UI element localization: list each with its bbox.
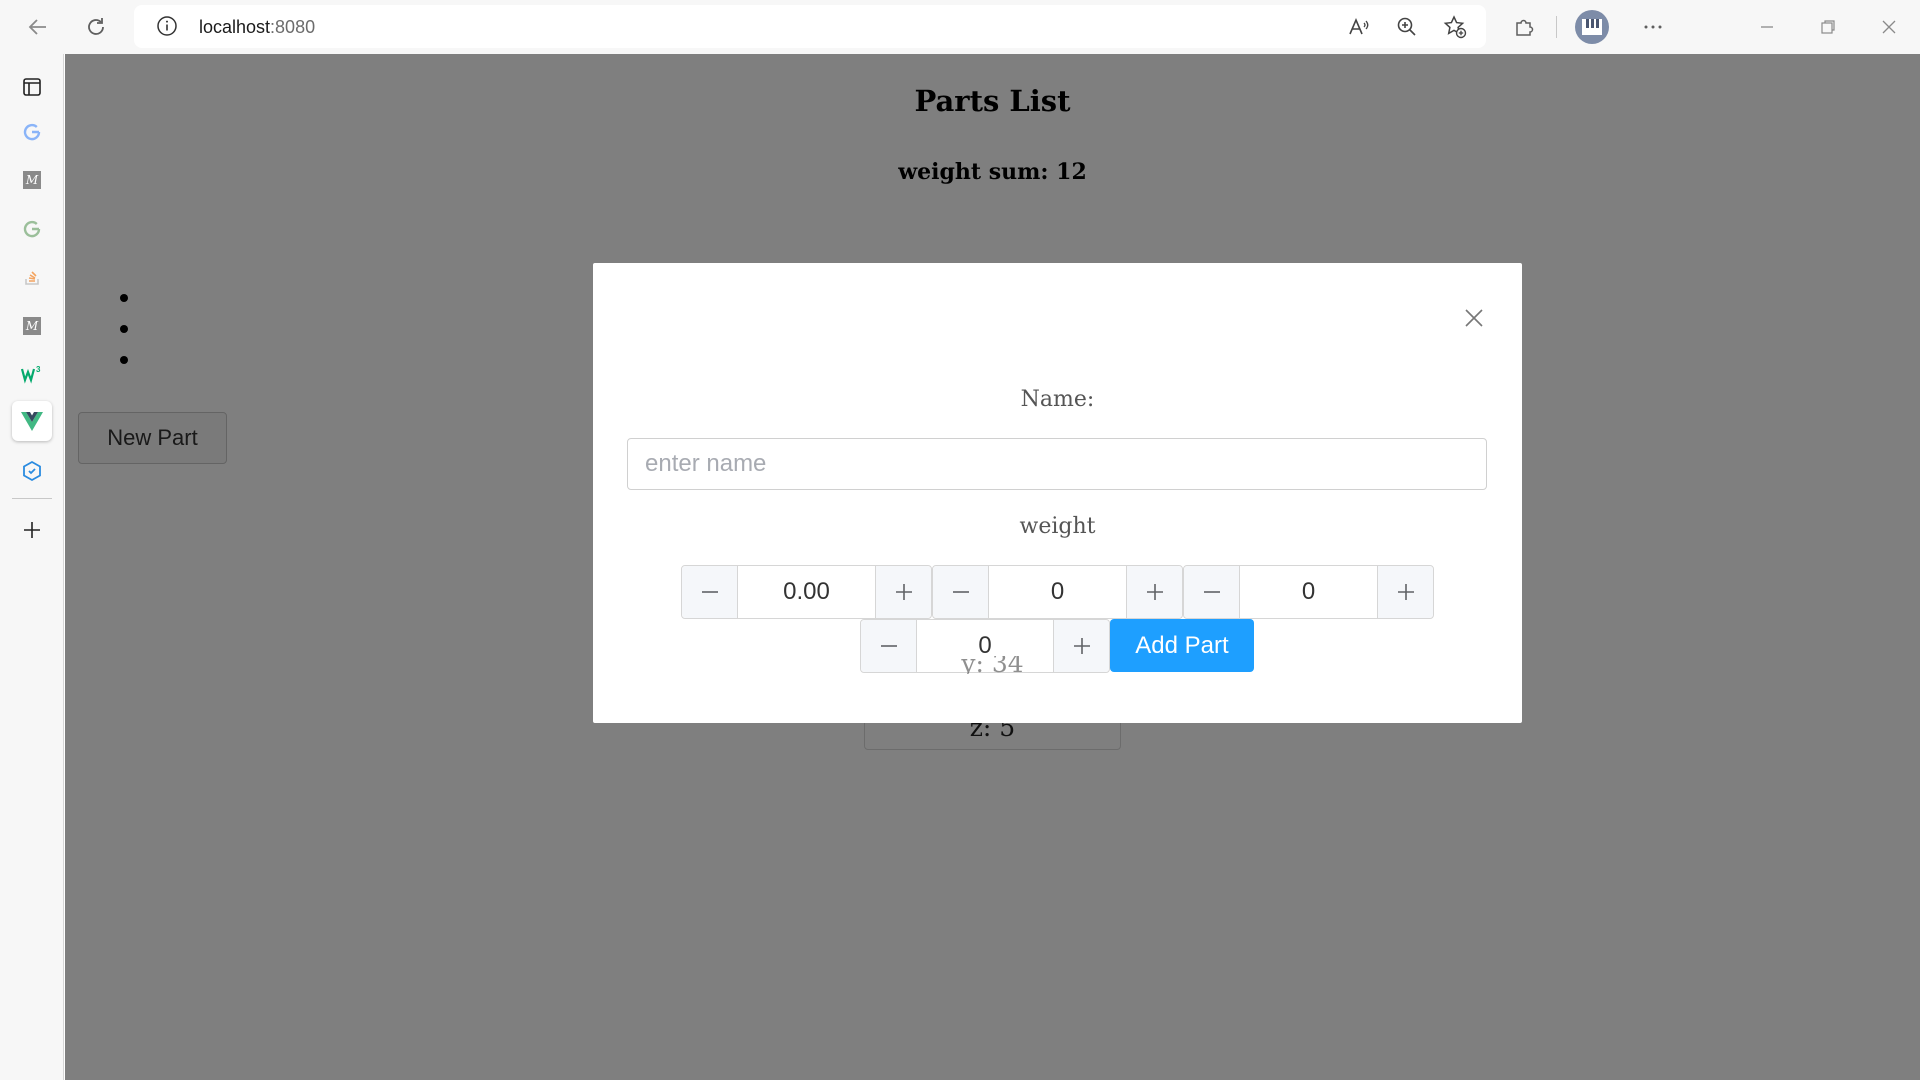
plus-icon xyxy=(1073,638,1090,654)
sidebar-item-vue[interactable] xyxy=(12,401,52,441)
svg-text:3: 3 xyxy=(36,365,41,374)
sidebar-item-m-site[interactable]: M xyxy=(12,160,52,200)
card-y-clip: y: 34 xyxy=(864,656,1121,674)
increment-button[interactable] xyxy=(1126,566,1182,618)
stepper-value[interactable]: 0 xyxy=(1240,566,1377,618)
weight-stepper[interactable]: 0.00 xyxy=(681,565,932,619)
decrement-button[interactable] xyxy=(682,566,738,618)
modal-overlay[interactable]: Name: weight 0.00 0 0 xyxy=(65,54,1920,1080)
read-aloud-icon[interactable] xyxy=(1341,11,1375,43)
url-text: localhost:8080 xyxy=(199,17,315,38)
m-site-icon: M xyxy=(23,317,41,335)
minus-icon xyxy=(880,645,897,647)
minus-icon xyxy=(1203,591,1220,593)
restore-icon xyxy=(1821,20,1835,34)
sidebar-item-extension[interactable] xyxy=(12,451,52,491)
close-icon xyxy=(1465,309,1483,327)
add-icon xyxy=(24,522,40,538)
tab-actions-icon xyxy=(23,78,41,96)
sidebar-item-google-2[interactable] xyxy=(12,209,52,249)
close-window-button[interactable] xyxy=(1868,7,1910,47)
sidebar-item-w3schools[interactable]: 3 xyxy=(12,354,52,394)
increment-button[interactable] xyxy=(875,566,931,618)
browser-toolbar: localhost:8080 xyxy=(0,0,1920,54)
add-part-dialog: Name: weight 0.00 0 0 xyxy=(593,263,1522,723)
stepper-value[interactable]: 0 xyxy=(989,566,1126,618)
extensions-button[interactable] xyxy=(1503,7,1545,47)
dialog-close-button[interactable] xyxy=(1459,303,1489,333)
url-port: :8080 xyxy=(270,17,316,37)
stackoverflow-icon xyxy=(25,271,39,285)
increment-button[interactable] xyxy=(1377,566,1433,618)
restore-button[interactable] xyxy=(1807,7,1849,47)
plus-icon xyxy=(895,584,912,600)
w3schools-icon: 3 xyxy=(20,365,41,384)
sidebar-item-m-site-2[interactable]: M xyxy=(12,306,52,346)
toolbar-separator xyxy=(1556,16,1557,38)
x-stepper[interactable]: 0 xyxy=(932,565,1183,619)
add-favorite-icon[interactable] xyxy=(1438,11,1472,43)
address-bar[interactable]: localhost:8080 xyxy=(134,5,1486,48)
sidebar-add-button[interactable] xyxy=(12,510,52,550)
browser-sidebar: M M 3 xyxy=(0,54,64,1080)
refresh-button[interactable] xyxy=(75,7,117,47)
refresh-icon xyxy=(88,18,104,35)
sidebar-divider xyxy=(12,498,52,499)
url-host: localhost xyxy=(199,17,271,37)
minimize-button[interactable] xyxy=(1746,7,1788,47)
name-input[interactable] xyxy=(627,438,1487,490)
plus-icon xyxy=(1397,584,1414,600)
weight-label: weight xyxy=(1019,514,1096,539)
minus-icon xyxy=(701,591,718,593)
minus-icon xyxy=(952,591,969,593)
back-button[interactable] xyxy=(17,7,59,47)
info-icon[interactable] xyxy=(156,15,178,42)
sidebar-item-google[interactable] xyxy=(12,112,52,152)
stepper-value[interactable]: 0.00 xyxy=(738,566,875,618)
extension-cube-icon xyxy=(23,460,41,482)
piano-keys-icon xyxy=(1582,19,1602,35)
vue-icon xyxy=(21,412,43,431)
puzzle-icon xyxy=(1516,19,1534,36)
name-label: Name: xyxy=(1020,387,1095,412)
card-y-value: y: 34 xyxy=(961,656,1024,674)
m-site-icon: M xyxy=(23,171,41,189)
plus-icon xyxy=(1146,584,1163,600)
decrement-button[interactable] xyxy=(1184,566,1240,618)
add-part-button[interactable]: Add Part xyxy=(1110,619,1254,672)
sidebar-item-tab-actions[interactable] xyxy=(12,67,52,107)
y-stepper[interactable]: 0 xyxy=(1183,565,1434,619)
more-options-button[interactable] xyxy=(1632,7,1674,47)
zoom-icon[interactable] xyxy=(1390,11,1424,43)
back-arrow-icon xyxy=(28,19,46,35)
google-icon xyxy=(23,123,41,141)
ellipsis-icon xyxy=(1644,25,1662,29)
close-icon xyxy=(1882,20,1896,34)
decrement-button[interactable] xyxy=(933,566,989,618)
sidebar-item-stackoverflow[interactable] xyxy=(12,257,52,297)
google-icon xyxy=(23,220,41,238)
minimize-icon xyxy=(1761,26,1773,28)
profile-avatar[interactable] xyxy=(1575,10,1609,44)
